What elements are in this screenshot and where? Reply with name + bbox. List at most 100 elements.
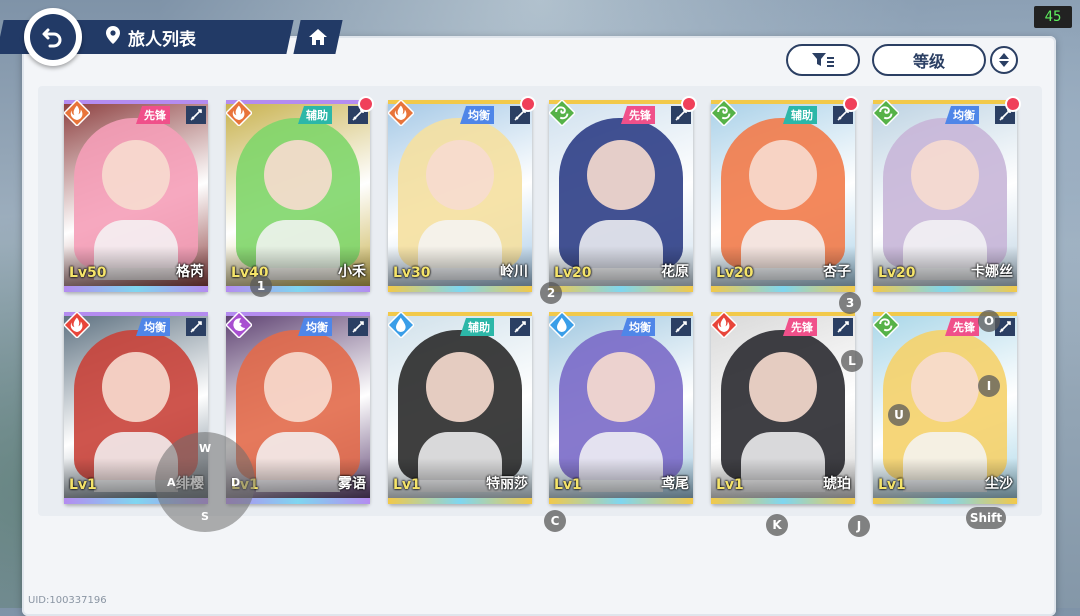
back-button[interactable]	[24, 8, 82, 66]
character-name: 琥珀	[823, 476, 851, 492]
sort-order-toggle[interactable]	[990, 46, 1018, 74]
character-name: 小禾	[338, 264, 366, 280]
character-level: Lv30	[393, 265, 431, 281]
character-name: 尘沙	[985, 476, 1013, 492]
sort-dropdown[interactable]: 等级	[872, 44, 986, 76]
location-pin-icon	[104, 25, 122, 50]
character-card[interactable]: 均衡 Lv1 鸢尾	[549, 312, 693, 504]
character-card[interactable]: 辅助 Lv40 小禾	[226, 96, 374, 292]
role-badge: 均衡	[460, 106, 494, 124]
joystick-left-label: A	[167, 476, 176, 489]
role-badge: 先锋	[136, 106, 170, 124]
role-label: 辅助	[468, 321, 490, 334]
character-level: Lv50	[69, 265, 107, 281]
virtual-joystick[interactable]: W A S D	[155, 432, 255, 532]
key-hint: 1	[250, 275, 272, 297]
fire-element-icon	[711, 312, 737, 338]
key-hint: Shift	[966, 507, 1006, 529]
notification-dot	[1005, 96, 1021, 112]
role-label: 辅助	[306, 109, 328, 122]
key-hint: L	[841, 350, 863, 372]
character-level: Lv20	[554, 265, 592, 281]
character-card[interactable]: 先锋 Lv50 格芮	[64, 100, 208, 292]
sort-label: 等级	[912, 52, 945, 71]
character-name: 格芮	[176, 264, 204, 280]
character-level: Lv1	[716, 477, 744, 493]
character-level: Lv20	[716, 265, 754, 281]
character-card[interactable]: 辅助 Lv20 杏子	[711, 96, 859, 292]
notification-dot	[358, 96, 374, 112]
role-badge: 辅助	[460, 318, 494, 336]
role-label: 辅助	[791, 109, 813, 122]
character-card[interactable]: 先锋 Lv20 花原	[549, 96, 697, 292]
key-hint: 2	[540, 282, 562, 304]
role-label: 先锋	[144, 109, 166, 122]
notification-dot	[843, 96, 859, 112]
character-level: Lv1	[878, 477, 906, 493]
role-badge: 辅助	[298, 106, 332, 124]
fire-element-icon	[226, 100, 252, 126]
role-label: 均衡	[468, 109, 490, 122]
key-hint: O	[978, 310, 1000, 332]
character-card[interactable]: 辅助 Lv1 特丽莎	[388, 312, 532, 504]
sort-descending-icon	[999, 61, 1009, 67]
role-badge: 均衡	[298, 318, 332, 336]
character-level: Lv20	[878, 265, 916, 281]
character-name: 卡娜丝	[971, 264, 1013, 280]
notification-dot	[681, 96, 697, 112]
character-card[interactable]: 先锋 Lv1 琥珀	[711, 312, 855, 504]
role-label: 均衡	[629, 321, 651, 334]
weapon-type-icon	[186, 318, 206, 336]
home-button[interactable]	[293, 20, 343, 54]
role-label: 均衡	[306, 321, 328, 334]
character-name: 岭川	[500, 264, 528, 280]
key-hint: J	[848, 515, 870, 537]
role-label: 先锋	[791, 321, 813, 334]
joystick-right-label: D	[231, 476, 241, 489]
filter-icon	[812, 53, 834, 67]
wind-element-icon	[873, 312, 899, 338]
page-title: 旅人列表	[128, 29, 196, 50]
key-hint: I	[978, 375, 1000, 397]
page-title-group: 旅人列表	[104, 22, 196, 52]
role-label: 先锋	[953, 321, 975, 334]
character-level: Lv1	[69, 477, 97, 493]
weapon-type-icon	[671, 318, 691, 336]
fire-element-icon	[388, 100, 414, 126]
filter-button[interactable]	[786, 44, 860, 76]
user-id: UID:100337196	[28, 595, 107, 606]
dark-element-icon	[226, 312, 252, 338]
notification-dot	[520, 96, 536, 112]
wind-element-icon	[873, 100, 899, 126]
home-icon	[309, 29, 327, 45]
role-label: 先锋	[629, 109, 651, 122]
weapon-type-icon	[186, 106, 206, 124]
character-level: Lv1	[554, 477, 582, 493]
key-hint: 3	[839, 292, 861, 314]
fire-element-icon	[64, 100, 90, 126]
key-hint: K	[766, 514, 788, 536]
joystick-up-label: W	[199, 442, 212, 455]
role-label: 均衡	[953, 109, 975, 122]
character-card[interactable]: 均衡 Lv30 岭川	[388, 96, 536, 292]
character-level: Lv1	[393, 477, 421, 493]
back-arrow-icon	[30, 14, 76, 60]
water-element-icon	[549, 312, 575, 338]
water-element-icon	[388, 312, 414, 338]
character-name: 花原	[661, 264, 689, 280]
joystick-down-label: S	[201, 510, 209, 523]
key-hint: U	[888, 404, 910, 426]
character-name: 雾语	[338, 476, 366, 492]
wind-element-icon	[711, 100, 737, 126]
role-label: 均衡	[144, 321, 166, 334]
character-name: 特丽莎	[486, 476, 528, 492]
weapon-type-icon	[510, 318, 530, 336]
fps-counter: 45	[1034, 6, 1072, 28]
role-badge: 均衡	[136, 318, 170, 336]
weapon-type-icon	[833, 318, 853, 336]
weapon-type-icon	[348, 318, 368, 336]
character-card[interactable]: 均衡 Lv20 卡娜丝	[873, 96, 1021, 292]
key-hint: C	[544, 510, 566, 532]
sort-ascending-icon	[999, 53, 1009, 59]
wind-element-icon	[549, 100, 575, 126]
